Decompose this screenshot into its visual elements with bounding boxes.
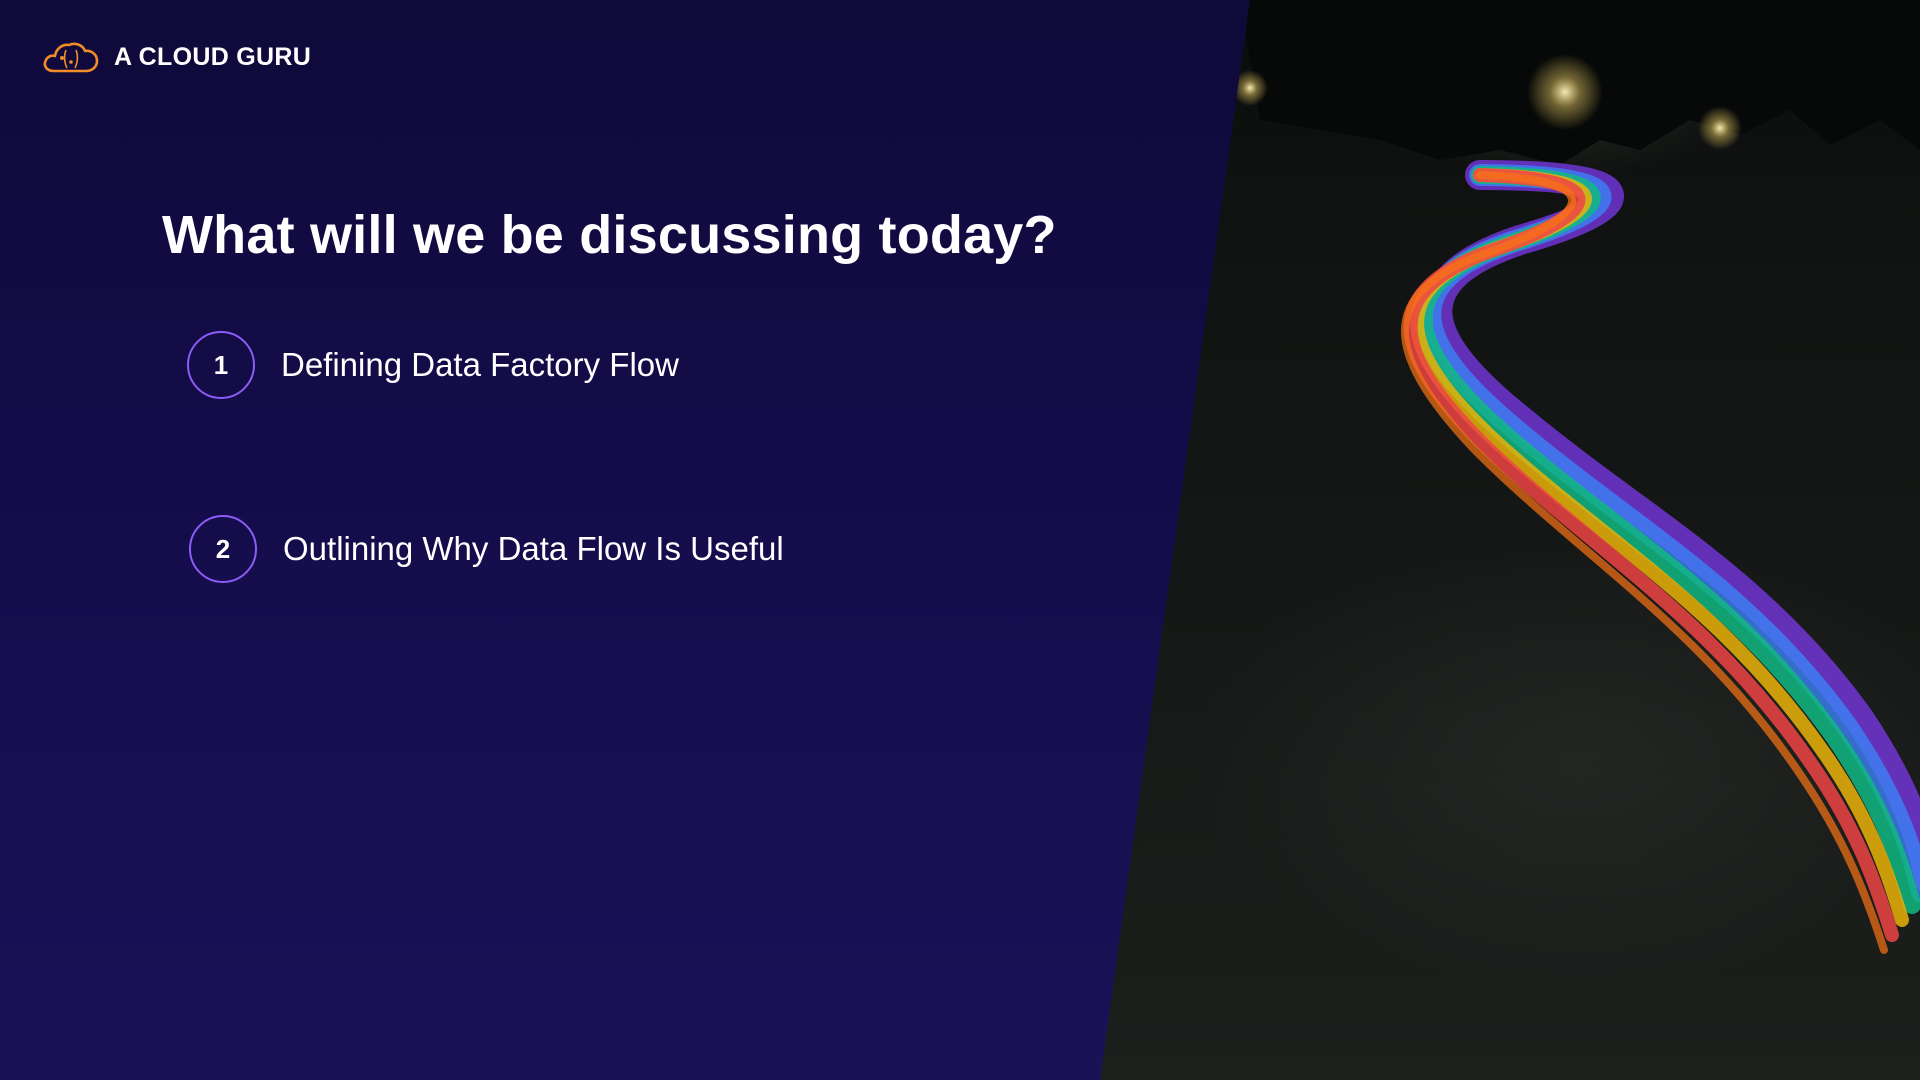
brand-name: A CLOUD GURU bbox=[114, 42, 312, 71]
cloud-logo-icon bbox=[43, 42, 99, 73]
agenda-number-badge: 1 bbox=[187, 331, 255, 399]
brand-logo: A CLOUD GURU bbox=[40, 38, 311, 76]
slide: A CLOUD GURU What will we be discussing … bbox=[0, 0, 1920, 1080]
agenda-number-badge: 2 bbox=[189, 515, 257, 583]
agenda-item-label: Defining Data Factory Flow bbox=[281, 346, 679, 383]
agenda-item-label: Outlining Why Data Flow Is Useful bbox=[283, 530, 784, 567]
slide-title: What will we be discussing today? bbox=[162, 205, 1057, 265]
agenda-item: 1 Defining Data Factory Flow bbox=[187, 331, 679, 399]
agenda-item: 2 Outlining Why Data Flow Is Useful bbox=[189, 515, 784, 583]
